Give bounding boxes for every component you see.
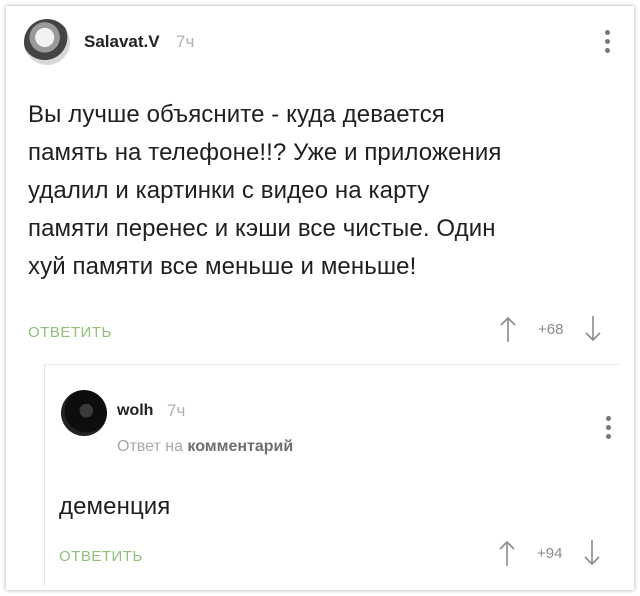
arrow-up-icon[interactable] [500, 315, 516, 343]
rating-widget: +94 [499, 538, 601, 568]
reply-time: 7ч [167, 401, 186, 420]
reply-button[interactable]: ОТВЕТИТЬ [28, 324, 112, 341]
comment-author[interactable]: Salavat.V [84, 32, 160, 52]
comment-text: Вы лучше объясните - куда девается памят… [28, 96, 604, 286]
rating-score: +68 [538, 320, 564, 338]
reply-to-link[interactable]: комментарий [187, 438, 293, 455]
reply-to-prefix: Ответ на [117, 438, 183, 455]
comment-text-line: памяти перенес и кэши все чистые. Один [28, 215, 496, 242]
arrow-down-icon[interactable] [585, 315, 602, 343]
user-avatar[interactable] [24, 19, 70, 65]
reply-to-line: Ответ на комментарий [117, 438, 293, 456]
rating-score: +94 [537, 544, 563, 562]
reply-text: деменция [59, 493, 171, 520]
more-vertical-icon[interactable] [604, 30, 610, 53]
more-vertical-icon[interactable] [605, 416, 611, 439]
reply-author[interactable]: wolh [117, 402, 153, 420]
comment-text-line: Вы лучше объясните - куда девается [28, 101, 445, 128]
arrow-up-icon[interactable] [499, 539, 515, 567]
reply-comment: wolh 7ч Ответ на комментарий деменция ОТ… [44, 364, 620, 586]
comment-text-line: хуй памяти все меньше и меньше! [28, 253, 417, 280]
arrow-down-icon[interactable] [584, 539, 601, 567]
user-avatar[interactable] [61, 390, 107, 436]
reply-button[interactable]: ОТВЕТИТЬ [59, 548, 143, 565]
comment-time: 7ч [176, 32, 195, 51]
comment-text-line: удалил и картинки с видео на карту [28, 177, 430, 204]
comment-text-line: память на телефоне!!? Уже и приложения [28, 139, 502, 166]
rating-widget: +68 [500, 314, 602, 344]
comments-panel: Salavat.V 7ч Вы лучше объясните - куда д… [6, 6, 634, 590]
comment: Salavat.V 7ч Вы лучше объясните - куда д… [6, 6, 634, 364]
